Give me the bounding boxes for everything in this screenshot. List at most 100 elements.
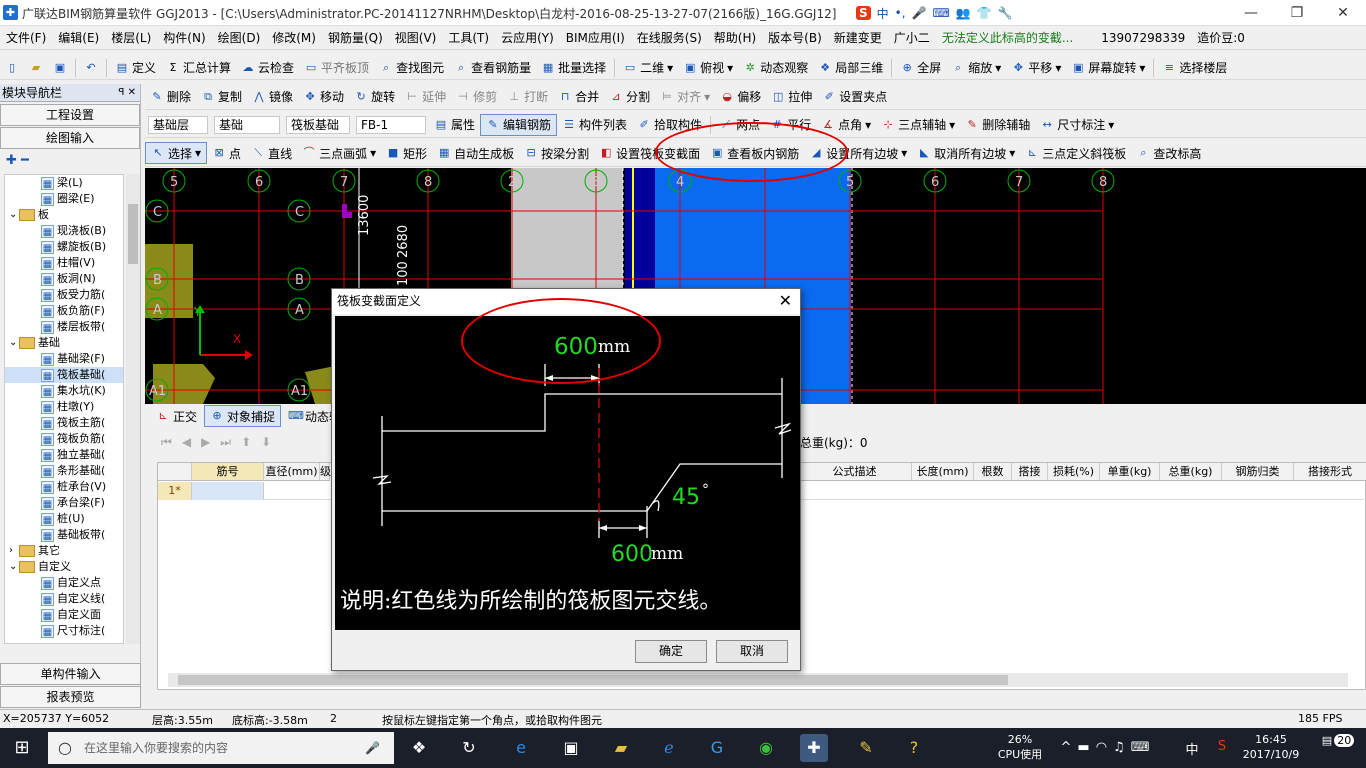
tree-item[interactable]: ▦ 螺旋板(B) [5, 239, 123, 255]
report-preview-button[interactable]: 报表预览 [0, 686, 141, 708]
parallel-button[interactable]: # 平行 [765, 114, 816, 136]
notice-text[interactable]: 无法定义此标高的变截... [936, 27, 1079, 49]
col-diameter[interactable]: 直径(mm) [264, 463, 320, 481]
tree-item[interactable]: ▦ 自定义点 [5, 575, 123, 591]
auto-generate-slab-button[interactable]: ▦ 自动生成板 [432, 142, 519, 164]
app-swirl-icon[interactable]: ↻ [455, 734, 483, 762]
col-lap[interactable]: 搭接 [1012, 463, 1048, 481]
tray-icons[interactable]: ^▬◠♫⌨ [1058, 740, 1158, 755]
tree-item[interactable]: ▦ 柱帽(V) [5, 255, 123, 271]
object-snap-toggle[interactable]: ⊕ 对象捕捉 [204, 405, 282, 427]
mirror-button[interactable]: ⋀ 镜像 [247, 86, 298, 108]
screen-rotate-dropdown[interactable]: ▣ 屏幕旋转 ▾ [1066, 57, 1150, 79]
tree-item[interactable]: ▦ 桩(U) [5, 511, 123, 527]
tree-item[interactable]: ▦ 板负筋(F) [5, 303, 123, 319]
prev-record-icon[interactable]: ◀ [182, 435, 191, 449]
menu-tools[interactable]: 工具(T) [442, 27, 495, 49]
three-point-axis-dropdown[interactable]: ⊹ 三点辅轴 ▾ [876, 114, 960, 136]
ime-lang[interactable]: 中 [877, 5, 889, 22]
draw-input-button[interactable]: 绘图输入 [0, 127, 140, 149]
three-point-arc-dropdown[interactable]: ⌒ 三点画弧 ▾ [297, 142, 381, 164]
tree-item[interactable]: ▦ 集水坑(K) [5, 383, 123, 399]
users-icon[interactable]: 👥 [956, 6, 971, 20]
col-formula-desc[interactable]: 公式描述 [798, 463, 912, 481]
help-icon[interactable]: ? [900, 734, 928, 762]
edge-icon[interactable]: e [507, 734, 535, 762]
find-element-button[interactable]: ⌕ 查找图元 [374, 57, 449, 79]
extend-button[interactable]: ⊢ 延伸 [400, 86, 451, 108]
summary-calc-button[interactable]: Σ 汇总计算 [161, 57, 236, 79]
set-grip-button[interactable]: ✐ 设置夹点 [817, 86, 892, 108]
glodon-icon[interactable]: G [703, 734, 731, 762]
mic-icon[interactable]: 🎤 [912, 6, 927, 20]
insert-icon[interactable]: ⬆ [241, 435, 251, 449]
ime-punct[interactable]: •, [895, 6, 906, 20]
ggj-app-icon[interactable]: ✚ [800, 734, 828, 762]
col-total-weight[interactable]: 总重(kg) [1160, 463, 1222, 481]
dimension-dropdown[interactable]: ↔ 尺寸标注 ▾ [1035, 114, 1119, 136]
menu-cloud[interactable]: 云应用(Y) [495, 27, 560, 49]
col-bar-no[interactable]: 筋号 [192, 463, 264, 481]
tree-folder[interactable]: ⌄ 板 [5, 207, 123, 223]
split-by-beam-button[interactable]: ⊟ 按梁分割 [519, 142, 594, 164]
dialog-close-icon[interactable]: ✕ [779, 291, 792, 310]
tree-item[interactable]: ▦ 自定义线( [5, 591, 123, 607]
top-view-dropdown[interactable]: ▣ 俯视 ▾ [678, 57, 738, 79]
three-point-slope-raft-button[interactable]: ⊾ 三点定义斜筏板 [1020, 142, 1131, 164]
tree-item[interactable]: ▦ 板受力筋( [5, 287, 123, 303]
delete-aux-axis-button[interactable]: ✎ 删除辅轴 [960, 114, 1035, 136]
category-select[interactable]: 基础 [214, 115, 280, 134]
delete-row-icon[interactable]: ⬇ [261, 435, 271, 449]
menu-floor[interactable]: 楼层(L) [105, 27, 157, 49]
tree-item[interactable]: ▦ 基础梁(F) [5, 351, 123, 367]
row-number[interactable]: 1* [158, 482, 192, 500]
tree-item[interactable]: ▦ 楼层板带( [5, 319, 123, 335]
expand-collapse-icon[interactable]: ✚ ━ [0, 150, 140, 172]
taskbar-search[interactable]: ○ 在这里输入你要搜索的内容 🎤 [48, 732, 394, 764]
ortho-toggle[interactable]: ⊾ 正交 [151, 405, 202, 427]
floor-select[interactable]: 基础层 [148, 115, 208, 134]
menu-component[interactable]: 构件(N) [157, 27, 211, 49]
select-dropdown[interactable]: ↖ 选择 ▾ [145, 142, 208, 164]
component-select[interactable]: FB-1 [356, 115, 426, 134]
tree-item[interactable]: ▦ 筏板基础( [5, 367, 123, 383]
ie-icon[interactable]: ℯ [655, 734, 683, 762]
nav-scrollbar[interactable] [126, 174, 140, 644]
set-raft-section-button[interactable]: ◧ 设置筏板变截面 [594, 142, 705, 164]
tree-item[interactable]: ▦ 自定义面 [5, 607, 123, 623]
properties-button[interactable]: ▤ 属性 [429, 114, 480, 136]
tree-folder[interactable]: ⌄ 自定义 [5, 559, 123, 575]
sogou-icon[interactable]: S [856, 6, 871, 20]
price-beans[interactable]: 造价豆:0 [1191, 27, 1251, 49]
batch-select-button[interactable]: ▦ 批量选择 [536, 57, 611, 79]
dynamic-observe-button[interactable]: ✲ 动态观察 [738, 57, 813, 79]
next-record-icon[interactable]: ▶ [201, 435, 210, 449]
open-file-icon[interactable]: ▰ [24, 57, 48, 79]
cloud-check-button[interactable]: ☁ 云检查 [236, 57, 299, 79]
menu-modify[interactable]: 修改(M) [266, 27, 322, 49]
break-button[interactable]: ⊥ 打断 [502, 86, 553, 108]
align-dropdown[interactable]: ⊨ 对齐 ▾ [655, 86, 715, 108]
menu-help[interactable]: 帮助(H) [708, 27, 762, 49]
menu-version[interactable]: 版本号(B) [762, 27, 828, 49]
split-button[interactable]: ⊿ 分割 [604, 86, 655, 108]
view-rebar-qty-button[interactable]: ⌕ 查看钢筋量 [449, 57, 536, 79]
tree-item[interactable]: ▦ 筏板主筋( [5, 415, 123, 431]
notification-icon[interactable]: ▤ 20 [1318, 734, 1358, 747]
point-angle-dropdown[interactable]: ∡ 点角 ▾ [816, 114, 876, 136]
select-floor-button[interactable]: ≡ 选择楼层 [1157, 57, 1232, 79]
col-length[interactable]: 长度(mm) [912, 463, 974, 481]
view-slab-rebar-button[interactable]: ▣ 查看板内钢筋 [705, 142, 804, 164]
keyboard-icon[interactable]: ⌨ [933, 6, 950, 20]
tree-item[interactable]: ▦ 基础板带( [5, 527, 123, 543]
move-button[interactable]: ✥ 移动 [298, 86, 349, 108]
col-count[interactable]: 根数 [974, 463, 1012, 481]
clock[interactable]: 16:45 2017/10/9 [1238, 732, 1304, 762]
local-3d-button[interactable]: ❖ 局部三维 [813, 57, 888, 79]
tree-item[interactable]: ▦ 承台梁(F) [5, 495, 123, 511]
store-icon[interactable]: ▣ [557, 734, 585, 762]
tree-item[interactable]: ▦ 圈梁(E) [5, 191, 123, 207]
task-view-icon[interactable]: ❖ [405, 734, 433, 762]
undo-icon[interactable]: ↶ [79, 57, 103, 79]
rectangle-button[interactable]: ■ 矩形 [381, 142, 432, 164]
